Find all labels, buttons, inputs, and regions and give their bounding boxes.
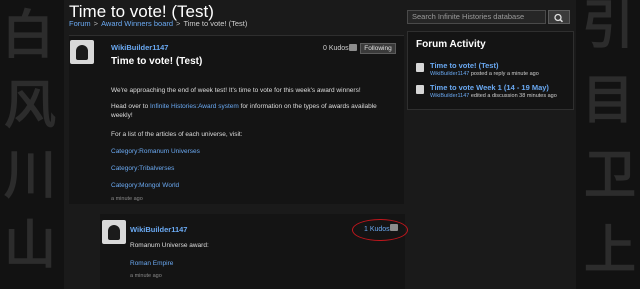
- avatar[interactable]: [102, 220, 126, 244]
- forum-activity-user-link[interactable]: WikiBuilder1147: [430, 93, 469, 99]
- user-avatar-icon: [416, 63, 424, 72]
- breadcrumb-current: Time to vote! (Test): [183, 19, 248, 28]
- post-paragraph: Head over to Infinite Histories:Award sy…: [111, 103, 377, 120]
- award-system-link[interactable]: Infinite Histories:Award system: [150, 103, 239, 110]
- category-link[interactable]: Category:Tribalverses: [111, 165, 174, 172]
- reply-author-link[interactable]: WikiBuilder1147: [130, 225, 187, 234]
- background-glyph-decoration: 白: [2, 5, 55, 66]
- paragraph-text: for information on the types of awards a…: [238, 103, 377, 110]
- paragraph-text: Head over to: [111, 103, 151, 110]
- forum-activity-item-meta: WikiBuilder1147 posted a reply a minute …: [430, 71, 539, 77]
- breadcrumb: Forum > Award Winners board > Time to vote! …: [69, 19, 247, 28]
- forum-activity-user-link[interactable]: WikiBuilder1147: [430, 71, 469, 77]
- category-link[interactable]: Category:Romanum Universes: [111, 148, 200, 155]
- category-link[interactable]: Category:Mongol World: [111, 182, 179, 189]
- background-glyph-decoration: 风: [4, 75, 57, 136]
- thread-author-link[interactable]: WikiBuilder1147: [111, 43, 168, 52]
- post-paragraph: For a list of the articles of each unive…: [111, 131, 243, 138]
- background-glyph-decoration: 目: [582, 70, 635, 131]
- background-glyph-decoration: 引: [582, 0, 635, 56]
- following-button[interactable]: Following: [360, 43, 396, 54]
- thread-heading: Time to vote! (Test): [111, 56, 203, 67]
- breadcrumb-separator: >: [93, 19, 99, 28]
- background-glyph-decoration: 山: [4, 215, 57, 276]
- search-icon: [554, 13, 564, 23]
- forum-activity-title: Forum Activity: [416, 39, 486, 50]
- thumbs-up-icon[interactable]: [349, 44, 357, 51]
- forum-activity-item-title[interactable]: Time to vote Week 1 (14 - 19 May): [430, 83, 549, 92]
- post-paragraph: We're approaching the end of week test! …: [111, 87, 361, 94]
- highlight-circle-annotation: [352, 219, 408, 241]
- reply-text: Romanum Universe award:: [130, 242, 209, 249]
- forum-activity-meta-text: edited a discussion 38 minutes ago: [469, 93, 557, 99]
- user-avatar-icon: [416, 85, 424, 94]
- forum-activity-item-title[interactable]: Time to vote! (Test): [430, 61, 498, 70]
- post-timestamp: a minute ago: [111, 196, 143, 202]
- kudos-count: 0 Kudos: [323, 45, 349, 52]
- roman-empire-link[interactable]: Roman Empire: [130, 260, 173, 267]
- search-button[interactable]: [548, 10, 570, 24]
- breadcrumb-board-link[interactable]: Award Winners board: [101, 19, 173, 28]
- reply-timestamp: a minute ago: [130, 273, 162, 279]
- background-glyph-decoration: 上: [584, 220, 637, 281]
- avatar[interactable]: [70, 40, 94, 64]
- background-glyph-decoration: 川: [4, 145, 57, 206]
- forum-activity-item-meta: WikiBuilder1147 edited a discussion 38 m…: [430, 93, 557, 99]
- breadcrumb-forum-link[interactable]: Forum: [69, 19, 91, 28]
- search-input[interactable]: Search Infinite Histories database: [407, 10, 546, 24]
- background-glyph-decoration: 卫: [584, 145, 637, 206]
- breadcrumb-separator: >: [176, 19, 181, 28]
- paragraph-text: weekly!: [111, 111, 133, 119]
- forum-activity-meta-text: posted a reply a minute ago: [469, 71, 539, 77]
